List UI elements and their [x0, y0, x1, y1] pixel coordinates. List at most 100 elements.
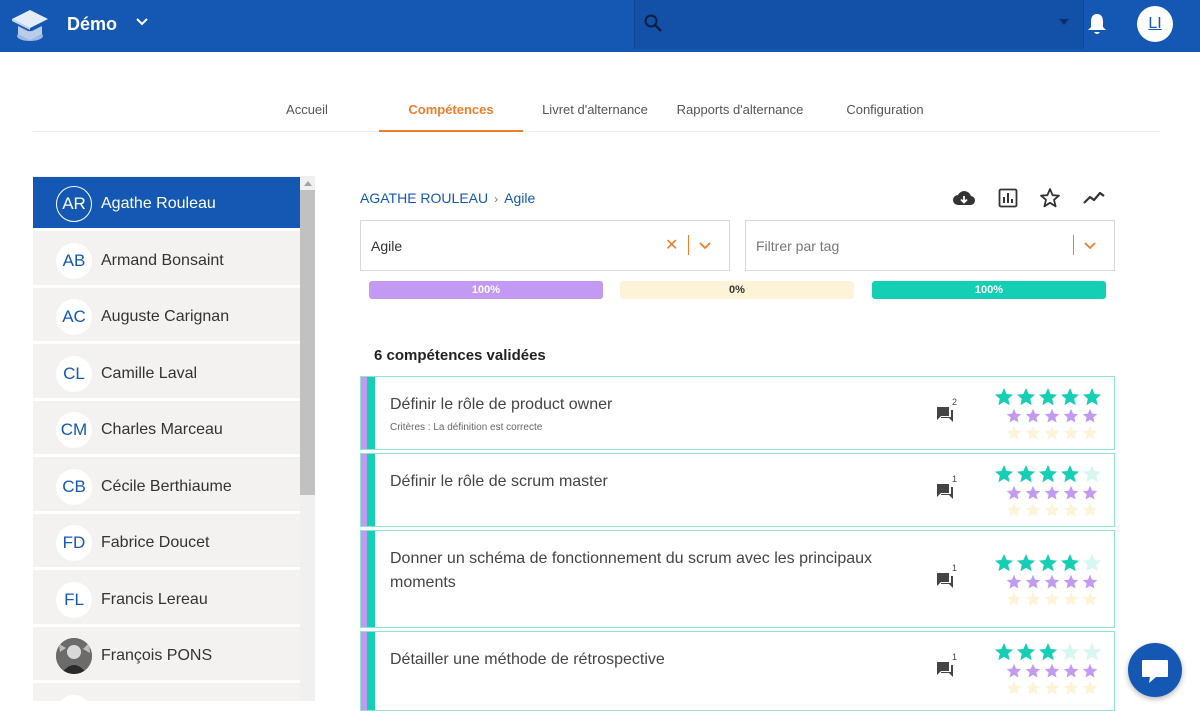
- student-item[interactable]: CM Charles Marceau: [33, 403, 300, 457]
- rating-purple: [1006, 485, 1098, 501]
- star-icon: [1006, 425, 1022, 440]
- progress-bar-purple: 100%: [369, 281, 603, 299]
- chevron-down-icon[interactable]: [134, 14, 150, 30]
- top-app-bar: Démo LI: [0, 0, 1200, 52]
- competence-card[interactable]: Détailler une méthode de rétrospective 1: [360, 631, 1115, 711]
- avatar: CB: [56, 469, 92, 505]
- star-icon: [1083, 643, 1101, 661]
- competence-title: Définir le rôle de product owner: [390, 396, 613, 413]
- star-icon: [1025, 591, 1041, 606]
- student-item[interactable]: FD Fabrice Doucet: [33, 516, 300, 570]
- chevron-down-icon[interactable]: [1083, 239, 1097, 253]
- select-divider: [688, 235, 689, 255]
- chat-button[interactable]: [1128, 643, 1182, 697]
- star-icon: [1006, 591, 1022, 606]
- tab-rapports[interactable]: Rapports d'alternance: [667, 90, 813, 132]
- tab-configuration[interactable]: Configuration: [833, 90, 937, 132]
- rating-cream: [1006, 680, 1098, 696]
- star-icon: [1082, 680, 1098, 695]
- rating-purple: [1006, 408, 1098, 424]
- bar-chart-icon[interactable]: [996, 186, 1020, 210]
- student-item[interactable]: [33, 686, 300, 701]
- star-icon: [995, 554, 1013, 572]
- caret-down-icon[interactable]: [1059, 19, 1069, 25]
- star-icon: [1039, 465, 1057, 483]
- student-item[interactable]: AR Agathe Rouleau: [33, 177, 300, 231]
- star-icon: [1044, 574, 1060, 589]
- star-icon: [1039, 388, 1057, 406]
- star-icon: [1044, 408, 1060, 423]
- student-name: François PONS: [101, 647, 213, 664]
- star-icon: [1025, 663, 1041, 678]
- tab-competences[interactable]: Compétences: [379, 90, 523, 132]
- trend-line-icon[interactable]: [1082, 186, 1106, 210]
- star-icon: [1017, 465, 1035, 483]
- rating-purple: [1006, 663, 1098, 679]
- student-item[interactable]: CB Cécile Berthiaume: [33, 460, 300, 514]
- star-icon: [1044, 425, 1060, 440]
- breadcrumb-current[interactable]: Agile: [504, 190, 535, 206]
- star-icon: [1083, 554, 1101, 572]
- student-item[interactable]: François PONS: [33, 629, 300, 683]
- student-item[interactable]: AB Armand Bonsaint: [33, 234, 300, 288]
- star-icon: [1017, 554, 1035, 572]
- breadcrumb: AGATHE ROULEAU › Agile: [360, 190, 535, 206]
- rating-teal: [994, 464, 1102, 484]
- star-icon: [1063, 485, 1079, 500]
- star-icon: [1006, 680, 1022, 695]
- student-item[interactable]: CL Camille Laval: [33, 347, 300, 401]
- star-icon: [1044, 680, 1060, 695]
- cloud-download-icon[interactable]: [952, 186, 976, 210]
- star-outline-icon[interactable]: [1038, 186, 1062, 210]
- star-icon: [1025, 502, 1041, 517]
- star-icon: [1006, 502, 1022, 517]
- domain-select[interactable]: Agile ✕: [360, 220, 730, 271]
- star-icon: [1063, 502, 1079, 517]
- tab-livret[interactable]: Livret d'alternance: [535, 90, 655, 132]
- star-icon: [1044, 663, 1060, 678]
- star-icon: [1082, 574, 1098, 589]
- clear-icon[interactable]: ✕: [665, 235, 678, 255]
- comment-count: 1: [952, 474, 958, 484]
- app-name[interactable]: Démo: [67, 14, 117, 35]
- breadcrumb-student[interactable]: AGATHE ROULEAU: [360, 190, 488, 206]
- star-icon: [1083, 388, 1101, 406]
- tag-filter-select[interactable]: Filtrer par tag: [745, 220, 1115, 271]
- star-icon: [995, 643, 1013, 661]
- star-icon: [1082, 663, 1098, 678]
- star-icon: [1025, 485, 1041, 500]
- graduation-cap-logo[interactable]: [10, 4, 50, 44]
- breadcrumb-separator: ›: [494, 192, 499, 206]
- scrollbar-thumb[interactable]: [300, 190, 315, 495]
- student-list: AR Agathe Rouleau AB Armand Bonsaint AC …: [33, 176, 315, 701]
- tab-accueil[interactable]: Accueil: [269, 90, 345, 132]
- star-icon: [1006, 485, 1022, 500]
- student-name: Charles Marceau: [101, 421, 223, 438]
- star-icon: [1061, 554, 1079, 572]
- scroll-up-icon[interactable]: [304, 181, 312, 186]
- competence-card[interactable]: Définir le rôle de product owner Critère…: [360, 376, 1115, 450]
- competence-card[interactable]: Définir le rôle de scrum master 1: [360, 453, 1115, 527]
- search-icon: [644, 14, 662, 32]
- star-icon: [1025, 680, 1041, 695]
- star-icon: [1017, 643, 1035, 661]
- star-icon: [1061, 465, 1079, 483]
- student-item[interactable]: AC Auguste Carignan: [33, 290, 300, 344]
- competence-criteria: Critères : La définition est correcte: [390, 422, 543, 433]
- competence-card[interactable]: Donner un schéma de fonctionnement du sc…: [360, 530, 1115, 628]
- user-avatar[interactable]: LI: [1137, 6, 1173, 42]
- rating-teal: [994, 387, 1102, 407]
- chevron-down-icon[interactable]: [698, 239, 712, 253]
- search-input[interactable]: [671, 8, 1041, 40]
- star-icon: [1006, 663, 1022, 678]
- star-icon: [1063, 663, 1079, 678]
- student-item[interactable]: FL Francis Lereau: [33, 573, 300, 627]
- progress-bar-cream: 0%: [620, 281, 854, 299]
- student-name: Francis Lereau: [101, 591, 208, 608]
- main-tabs: Accueil Compétences Livret d'alternance …: [33, 90, 1160, 132]
- star-icon: [1082, 425, 1098, 440]
- student-name: Cécile Berthiaume: [101, 478, 232, 495]
- bell-icon[interactable]: [1086, 12, 1108, 36]
- search-bar[interactable]: [634, 0, 1084, 49]
- star-icon: [1063, 680, 1079, 695]
